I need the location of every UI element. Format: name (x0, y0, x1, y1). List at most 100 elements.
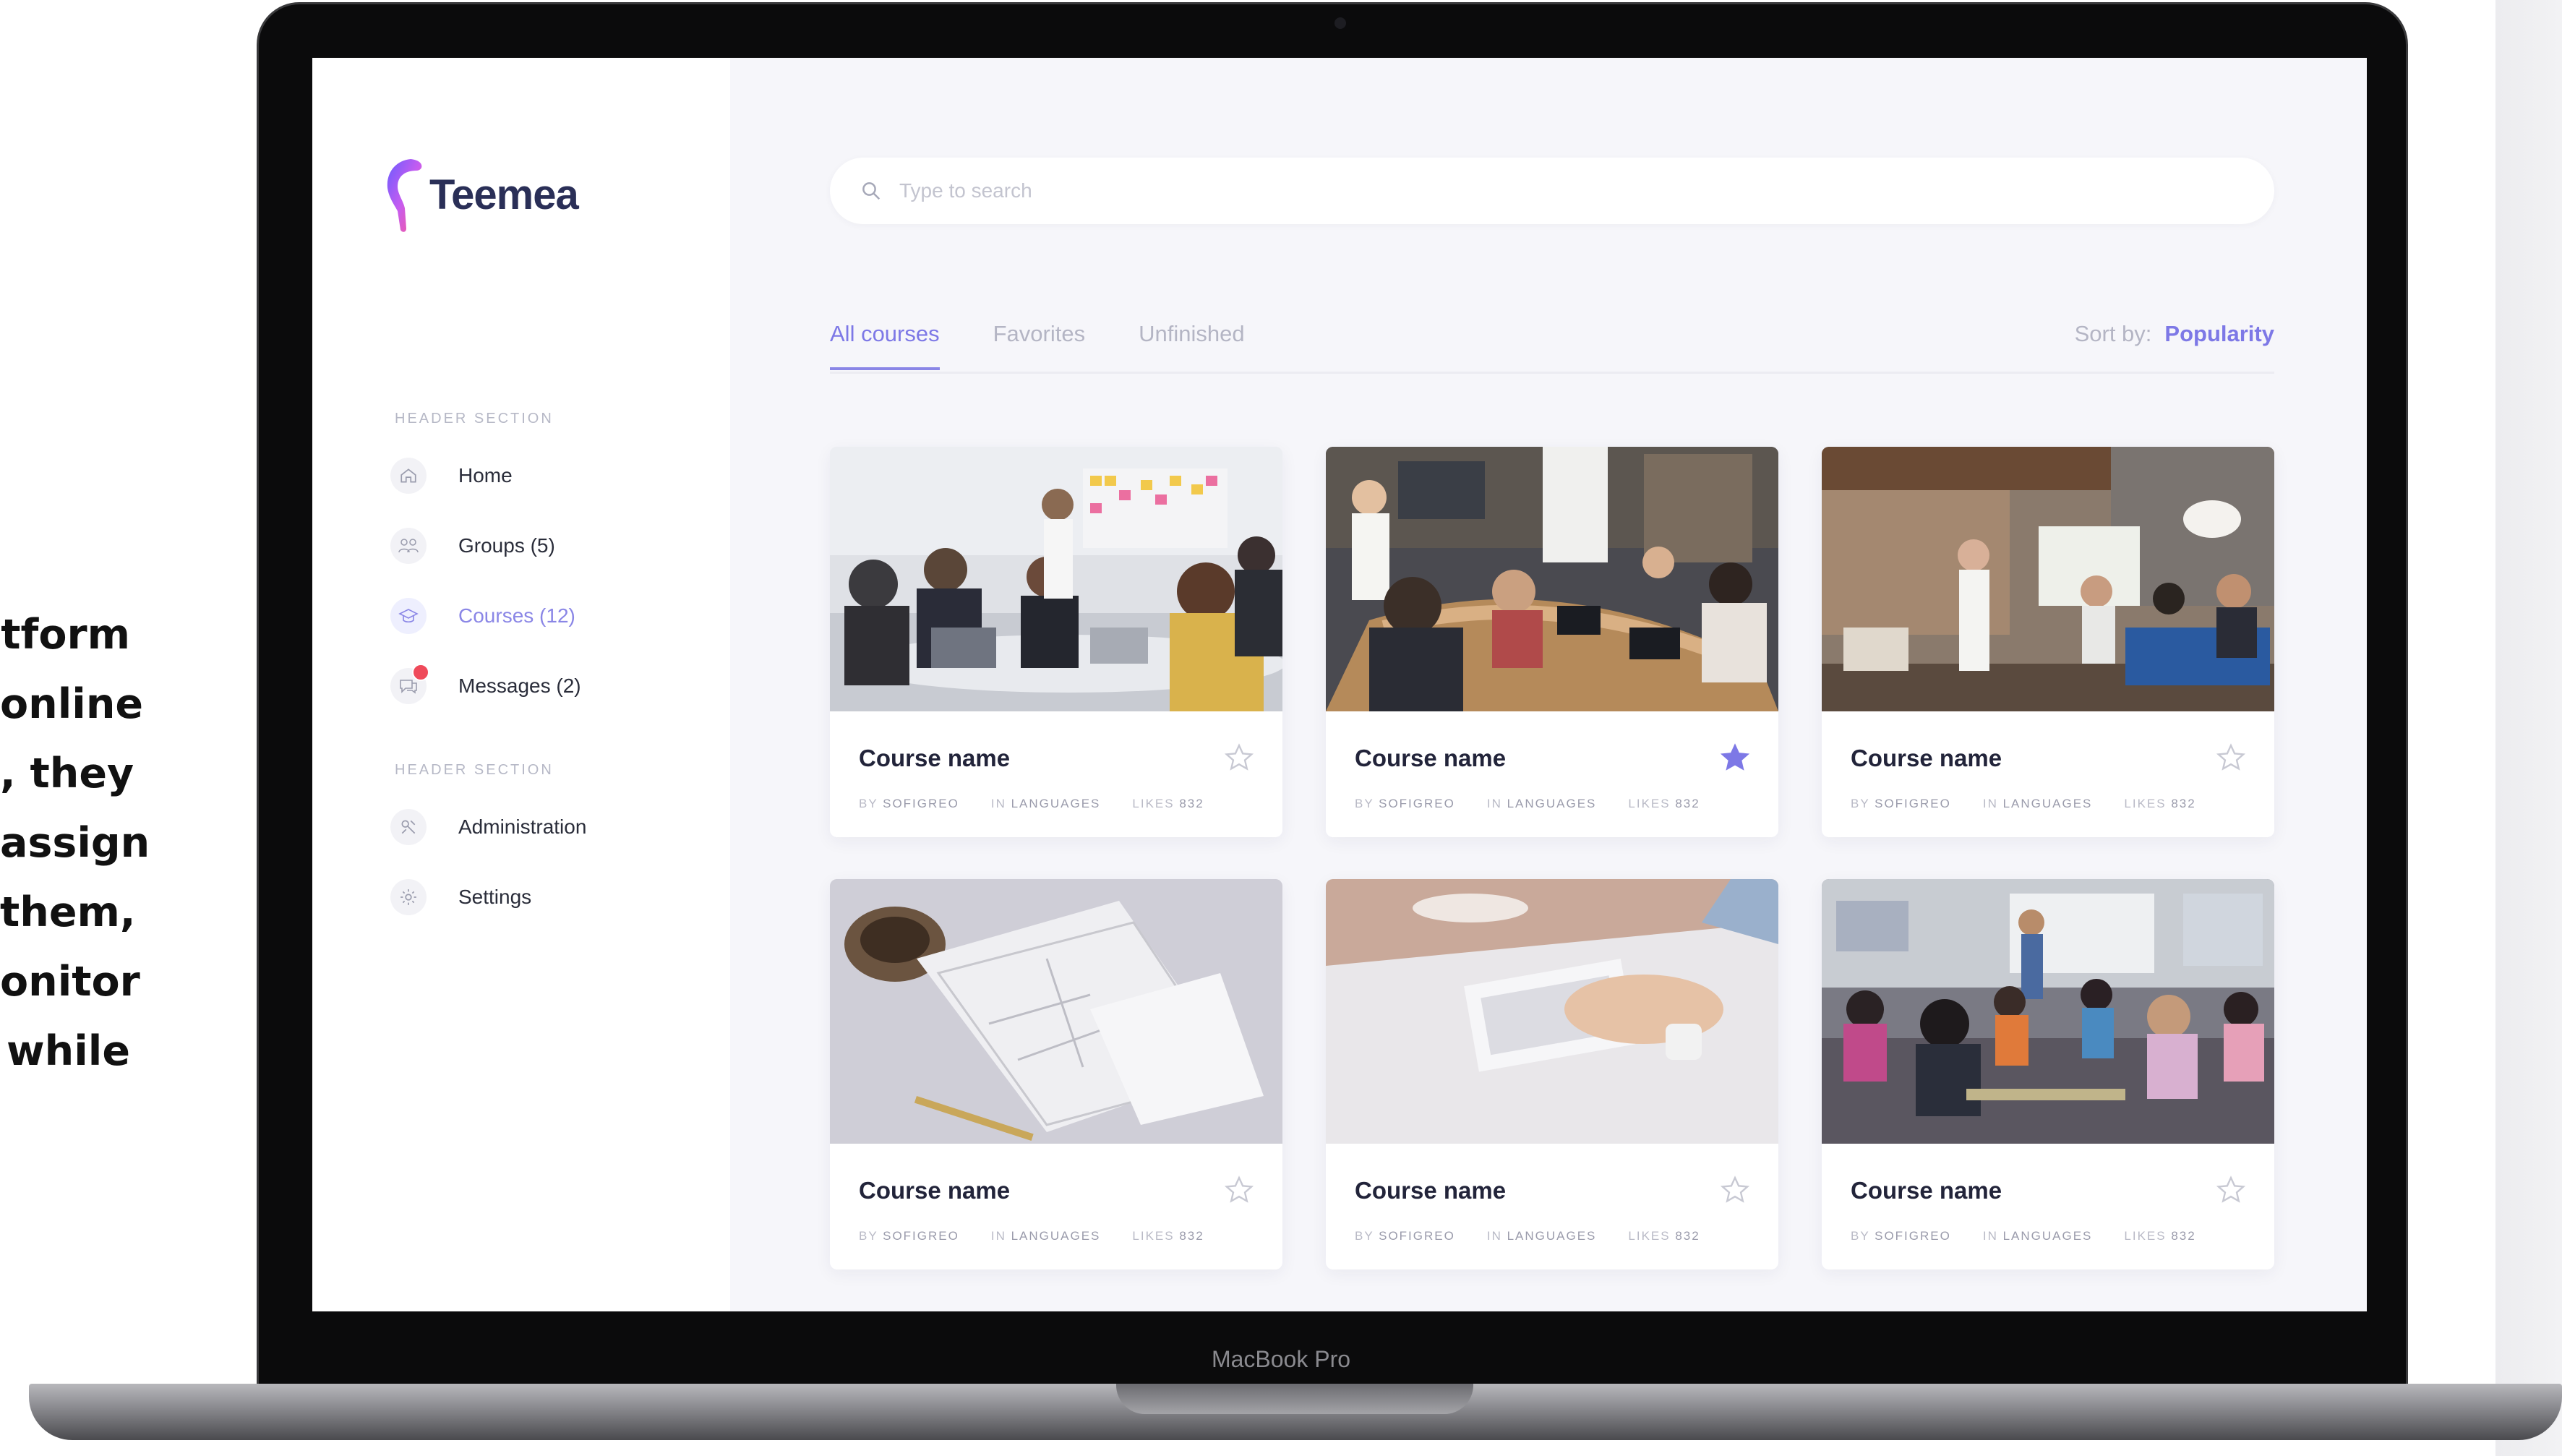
sidebar-item-label: Settings (458, 886, 532, 908)
course-title[interactable]: Course name (859, 1177, 1010, 1204)
course-category[interactable]: LANGUAGES (1507, 797, 1597, 810)
course-meta: BY SOFIGREO IN LANGUAGES LIKES 832 (1355, 797, 1700, 811)
messages-icon (390, 664, 429, 704)
side-caption: tform online , they assign them, onitor … (0, 600, 150, 1086)
meta-likes-label: LIKES (1628, 1229, 1671, 1243)
course-meta: BY SOFIGREO IN LANGUAGES LIKES 832 (859, 797, 1204, 811)
background-strip (2495, 0, 2562, 1456)
meta-likes-label: LIKES (1132, 1229, 1175, 1243)
meta-by-label: BY (1355, 1229, 1374, 1243)
sort-label: Sort by: (2074, 321, 2152, 346)
course-image (1822, 879, 2274, 1144)
search-bar[interactable] (830, 158, 2274, 224)
side-caption-line: while (7, 1027, 130, 1075)
logo-icon (387, 159, 422, 232)
course-title[interactable]: Course name (1851, 745, 2002, 772)
sidebar-item-groups[interactable]: Groups (5) (390, 521, 555, 571)
main-content: All courses Favorites Unfinished Sort by… (730, 58, 2367, 1311)
course-card[interactable]: Course name BY SOFIGREO IN LANGUAGES LIK… (1326, 879, 1778, 1269)
sidebar: Teemea HEADER SECTION Home Groups (5) Co… (312, 58, 730, 1311)
course-card[interactable]: Course name BY SOFIGREO IN LANGUAGES LIK… (1822, 879, 2274, 1269)
meta-in-label: IN (990, 1229, 1006, 1243)
sort-value[interactable]: Popularity (2164, 321, 2274, 346)
meta-likes-label: LIKES (2124, 797, 2167, 810)
star-icon[interactable] (1223, 742, 1255, 774)
meta-by-label: BY (859, 797, 878, 810)
sidebar-item-courses[interactable]: Courses (12) (390, 591, 575, 641)
course-meta: BY SOFIGREO IN LANGUAGES LIKES 832 (1851, 1229, 2196, 1243)
side-caption-line: tform (1, 611, 130, 659)
sidebar-item-messages[interactable]: Messages (2) (390, 661, 581, 711)
course-likes: 832 (2171, 1229, 2196, 1243)
course-title[interactable]: Course name (859, 745, 1010, 772)
course-likes: 832 (2171, 797, 2196, 810)
course-category[interactable]: LANGUAGES (1011, 1229, 1101, 1243)
sidebar-item-settings[interactable]: Settings (390, 872, 531, 922)
meta-in-label: IN (1982, 1229, 1998, 1243)
logo-text: Teemea (429, 171, 579, 218)
side-caption-line: onitor (0, 958, 140, 1006)
notification-badge (412, 664, 429, 681)
meta-in-label: IN (1486, 1229, 1502, 1243)
tab-favorites[interactable]: Favorites (993, 321, 1085, 370)
course-meta: BY SOFIGREO IN LANGUAGES LIKES 832 (1851, 797, 2196, 811)
course-category[interactable]: LANGUAGES (2003, 1229, 2093, 1243)
course-title[interactable]: Course name (1851, 1177, 2002, 1204)
laptop-notch (1116, 1384, 1473, 1414)
sidebar-item-label: Groups (5) (458, 534, 555, 557)
app-screen: Teemea HEADER SECTION Home Groups (5) Co… (312, 58, 2367, 1311)
sort-control[interactable]: Sort by: Popularity (2075, 321, 2274, 347)
course-card[interactable]: Course name BY SOFIGREO IN LANGUAGES LIK… (830, 879, 1282, 1269)
groups-icon (390, 528, 427, 564)
course-category[interactable]: LANGUAGES (1011, 797, 1101, 810)
course-title[interactable]: Course name (1355, 745, 1506, 772)
sidebar-item-label: Administration (458, 815, 587, 838)
camera-icon (1334, 17, 1346, 29)
tabs-divider (830, 372, 2274, 374)
course-meta: BY SOFIGREO IN LANGUAGES LIKES 832 (859, 1229, 1204, 1243)
meta-by-label: BY (859, 1229, 878, 1243)
course-image (1326, 879, 1778, 1144)
course-image (830, 447, 1282, 711)
logo[interactable]: Teemea (382, 155, 579, 234)
settings-icon (390, 879, 427, 915)
course-image (830, 879, 1282, 1144)
meta-in-label: IN (990, 797, 1006, 810)
meta-likes-label: LIKES (1628, 797, 1671, 810)
course-author[interactable]: SOFIGREO (1875, 797, 1951, 810)
course-category[interactable]: LANGUAGES (1507, 1229, 1597, 1243)
sidebar-section-title: HEADER SECTION (395, 762, 554, 778)
course-meta: BY SOFIGREO IN LANGUAGES LIKES 832 (1355, 1229, 1700, 1243)
side-caption-line: , they (0, 750, 134, 797)
course-card[interactable]: Course name BY SOFIGREO IN LANGUAGES LIK… (1326, 447, 1778, 837)
laptop-label: MacBook Pro (1211, 1346, 1351, 1372)
meta-by-label: BY (1851, 1229, 1870, 1243)
tab-all-courses[interactable]: All courses (830, 321, 940, 370)
meta-by-label: BY (1851, 797, 1870, 810)
star-icon[interactable] (1223, 1174, 1255, 1206)
course-category[interactable]: LANGUAGES (2003, 797, 2093, 810)
tab-unfinished[interactable]: Unfinished (1139, 321, 1244, 370)
star-icon[interactable] (2215, 742, 2247, 774)
course-likes: 832 (1179, 1229, 1204, 1243)
search-icon (862, 182, 881, 200)
course-author[interactable]: SOFIGREO (883, 797, 959, 810)
course-author[interactable]: SOFIGREO (1875, 1229, 1951, 1243)
course-author[interactable]: SOFIGREO (1379, 1229, 1455, 1243)
star-icon[interactable] (2215, 1174, 2247, 1206)
course-tabs: All courses Favorites Unfinished (830, 321, 1298, 370)
course-card[interactable]: Course name BY SOFIGREO IN LANGUAGES LIK… (1822, 447, 2274, 837)
sidebar-item-administration[interactable]: Administration (390, 802, 586, 852)
course-title[interactable]: Course name (1355, 1177, 1506, 1204)
meta-likes-label: LIKES (2124, 1229, 2167, 1243)
course-image (1822, 447, 2274, 711)
star-icon[interactable] (1719, 1174, 1751, 1206)
sidebar-item-label: Home (458, 464, 513, 487)
star-filled-icon[interactable] (1719, 742, 1751, 774)
course-author[interactable]: SOFIGREO (1379, 797, 1455, 810)
course-card[interactable]: Course name BY SOFIGREO IN LANGUAGES LIK… (830, 447, 1282, 837)
course-author[interactable]: SOFIGREO (883, 1229, 959, 1243)
search-input[interactable] (898, 179, 2202, 203)
sidebar-item-home[interactable]: Home (390, 450, 513, 501)
sidebar-item-label: Messages (2) (458, 675, 581, 697)
